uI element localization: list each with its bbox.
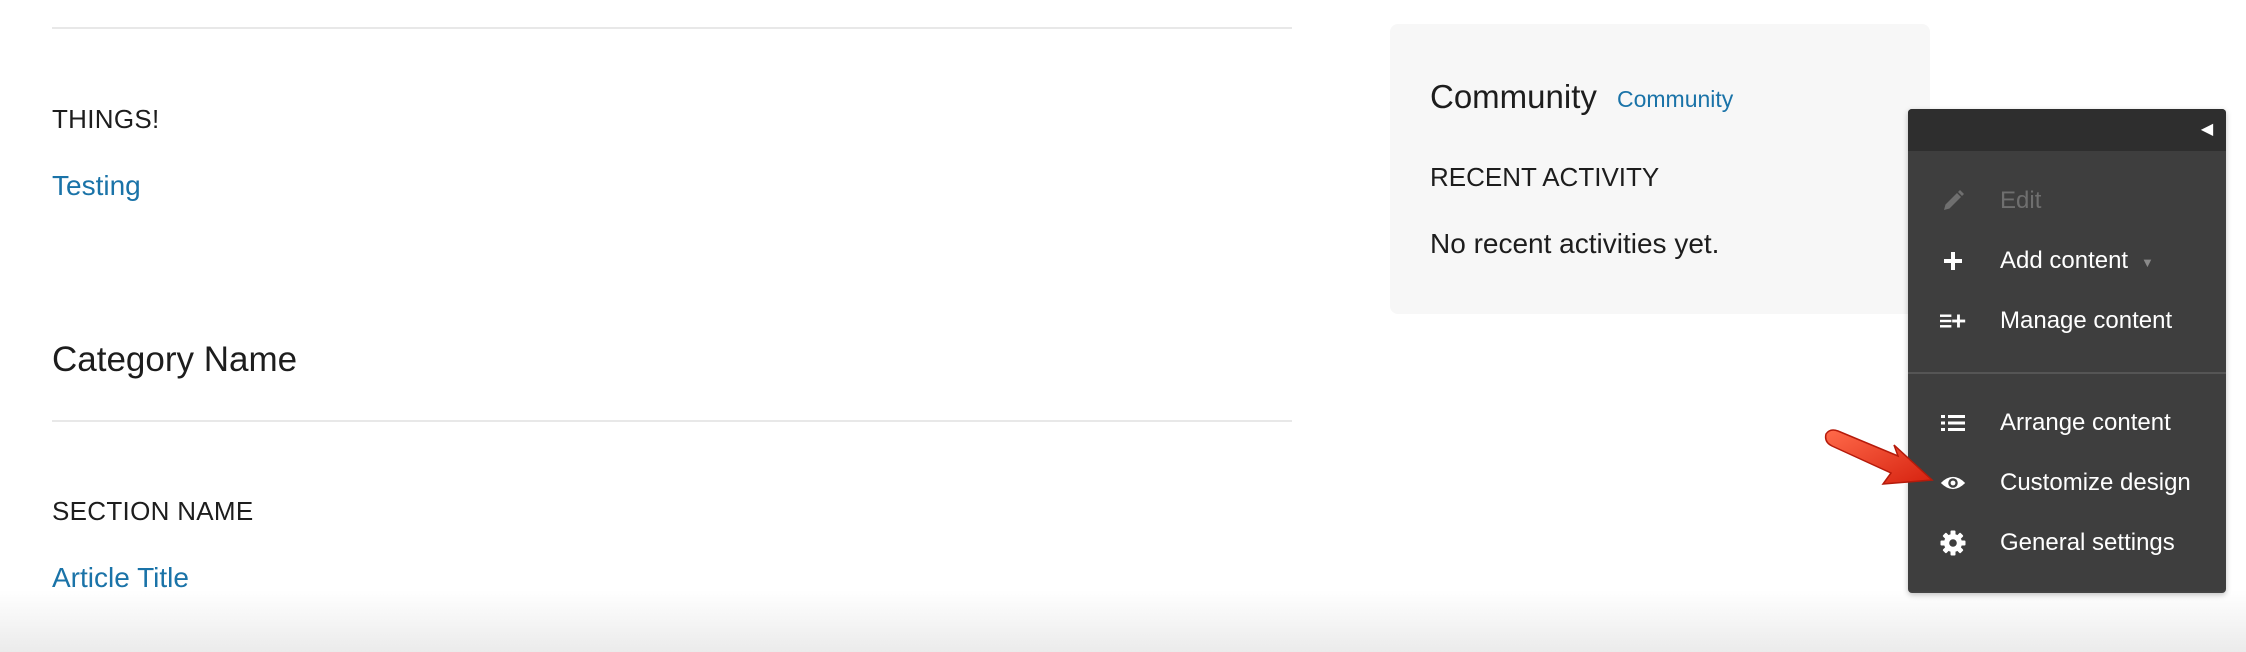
bottom-shadow [0, 590, 2246, 652]
gear-icon [1940, 530, 1966, 556]
menu-item-edit[interactable]: Edit [1908, 175, 2226, 227]
recent-activity-text: No recent activities yet. [1430, 228, 1720, 259]
plus-icon [1940, 249, 1966, 273]
admin-toolbar-panel: ◀ Edit Add content ▼ Manage content Arra… [1908, 109, 2226, 593]
category-divider [52, 420, 1292, 422]
caret-down-icon: ▼ [2141, 255, 2154, 270]
menu-item-add-content[interactable]: Add content ▼ [1908, 235, 2226, 287]
testing-link[interactable]: Testing [52, 170, 141, 202]
menu-item-label: Add content [2000, 247, 2129, 274]
eye-icon [1940, 471, 1966, 495]
section-heading-things: THINGS! [52, 104, 160, 134]
pencil-icon [1940, 189, 1966, 213]
community-title: Community [1430, 78, 1597, 115]
recent-activity-heading: RECENT ACTIVITY [1430, 162, 1660, 192]
category-title: Category Name [52, 340, 298, 379]
list-icon [1940, 411, 1966, 435]
menu-item-customize-design[interactable]: Customize design [1908, 457, 2226, 509]
menu-item-label: Arrange content [2000, 409, 2171, 436]
community-link[interactable]: Community [1617, 86, 1733, 113]
menu-divider [1908, 372, 2226, 374]
list-plus-icon [1940, 309, 1966, 333]
menu-item-label: Customize design [2000, 469, 2191, 496]
top-divider [52, 27, 1292, 29]
panel-header: ◀ [1908, 109, 2226, 151]
menu-item-label: Edit [2000, 187, 2042, 214]
triangle-left-icon: ◀ [2200, 121, 2214, 138]
menu-item-general-settings[interactable]: General settings [1908, 517, 2226, 569]
menu-item-arrange-content[interactable]: Arrange content [1908, 397, 2226, 449]
section-heading-section-name: SECTION NAME [52, 496, 254, 526]
annotation-arrow-icon [1824, 429, 1934, 485]
community-card: Community Community RECENT ACTIVITY No r… [1390, 24, 1930, 314]
menu-item-label: Manage content [2000, 307, 2173, 334]
menu-item-label: General settings [2000, 529, 2175, 556]
menu-item-manage-content[interactable]: Manage content [1908, 295, 2226, 347]
collapse-panel-button[interactable]: ◀ [2196, 118, 2218, 142]
